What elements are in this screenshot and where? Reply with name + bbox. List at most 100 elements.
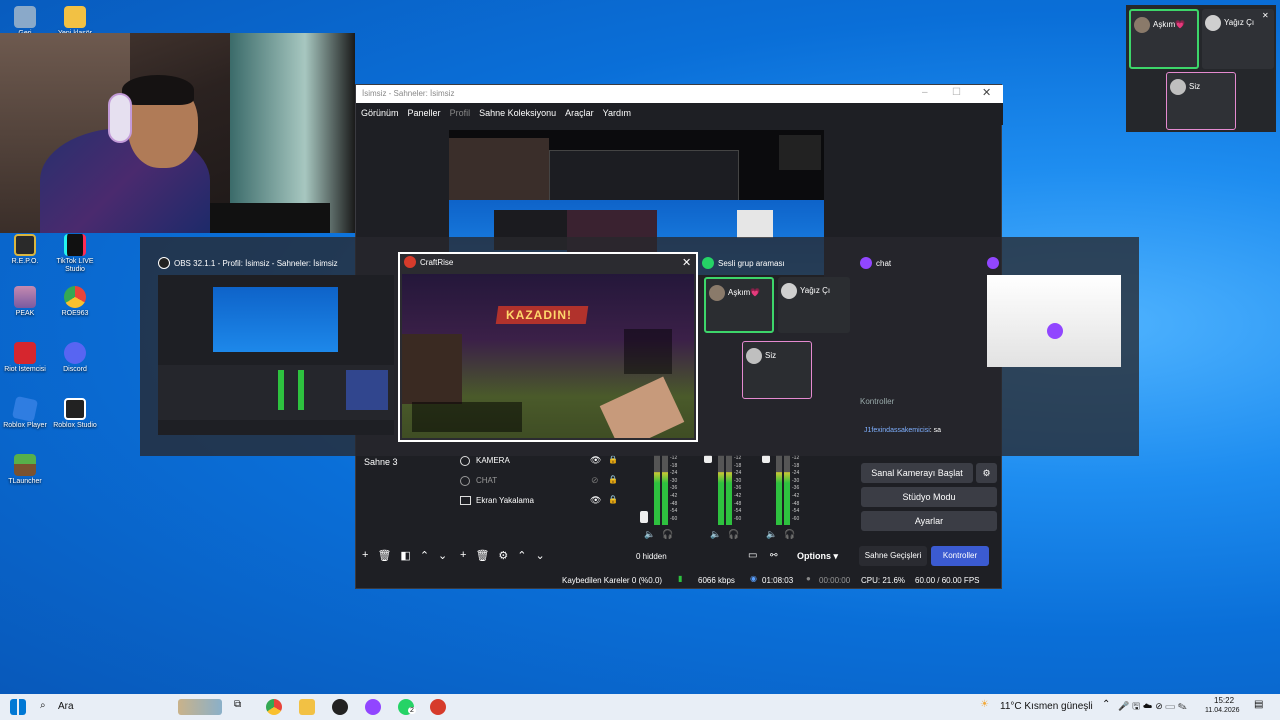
settings-button[interactable]: Ayarlar xyxy=(861,511,997,531)
notifications-icon[interactable]: ▤ xyxy=(1254,699,1263,710)
source-item-camera[interactable]: KAMERA 👁 🔒 xyxy=(460,455,620,469)
desktop-icon-roe963[interactable]: ROE963 xyxy=(47,286,103,318)
filter-icon[interactable]: ◧ xyxy=(400,549,410,562)
desktop-icon-roblox-studio[interactable]: Roblox Studio xyxy=(47,398,103,430)
headphones-icon[interactable]: 🎧 xyxy=(662,529,673,540)
dropped-frames: Kaybedilen Kareler 0 (%0.0) xyxy=(562,576,663,585)
source-item-screen[interactable]: Ekran Yakalama 👁 🔒 xyxy=(460,495,620,509)
task-card-header: OBS 32.1.1 - Profil: İsimsiz - Sahneler:… xyxy=(158,255,394,271)
lock-icon[interactable]: 🔒 xyxy=(608,495,618,504)
task-card-obs[interactable]: OBS 32.1.1 - Profil: İsimsiz - Sahneler:… xyxy=(158,255,394,440)
desktop-icon-roblox-player[interactable]: Roblox Player xyxy=(0,395,53,430)
clock-date[interactable]: 11.04.2026 xyxy=(1205,707,1240,714)
windows-start-icon[interactable] xyxy=(10,699,26,715)
search-icon[interactable]: ⌕ xyxy=(40,700,46,711)
desktop-icon-repo[interactable]: R.E.P.O. xyxy=(0,234,53,266)
chrome-icon[interactable] xyxy=(266,699,282,715)
scene-item[interactable]: Sahne 3 xyxy=(364,457,398,467)
desktop-icon-tiktok[interactable]: TikTok LIVE Studio xyxy=(47,234,103,274)
task-card-untitled[interactable] xyxy=(987,255,1127,440)
mixer-ticks: -12 -18 -24 -30 -36 -42 -48 -54 -60 xyxy=(792,455,800,522)
options-button[interactable]: Options ▾ xyxy=(797,551,838,562)
add-icon[interactable]: + xyxy=(362,549,368,562)
desktop-icon-discord[interactable]: Discord xyxy=(47,342,103,374)
widget-icon[interactable] xyxy=(178,699,222,715)
close-icon[interactable]: ✕ xyxy=(982,86,991,99)
taskbar-search[interactable]: Ara xyxy=(58,701,74,712)
audio-mixer: -12 -18 -24 -30 -36 -42 -48 -54 -60 -12 -18 -24 -30… xyxy=(636,455,806,527)
obs-menu-bar: Görünüm Paneller Profil Sahne Koleksiyon… xyxy=(356,103,1003,125)
tab-scene-transitions[interactable]: Sahne Geçişleri xyxy=(859,546,927,566)
mixer-meter xyxy=(718,455,724,525)
game-banner: KAZADIN! xyxy=(506,308,572,322)
virtual-camera-button[interactable]: Sanal Kamerayı Başlat xyxy=(861,463,973,483)
weather-text[interactable]: 11°C Kısmen güneşli xyxy=(1000,701,1093,712)
menu-docks[interactable]: Paneller xyxy=(408,108,441,120)
participant-name: Aşkım💗 xyxy=(728,288,761,298)
move-down-icon[interactable]: ⌄ xyxy=(438,549,447,562)
add-icon[interactable]: + xyxy=(460,549,466,562)
chrome-icon xyxy=(64,286,86,308)
task-card-chat[interactable]: chat xyxy=(860,255,985,440)
call-tile: Siz xyxy=(742,341,812,399)
twitch-icon[interactable] xyxy=(365,699,381,715)
clock-time[interactable]: 15:22 xyxy=(1214,696,1234,705)
eye-hidden-icon[interactable]: ⊘ xyxy=(591,475,599,486)
lock-icon[interactable]: 🔒 xyxy=(608,455,618,464)
voice-call-window: Aşkım💗 Yağız Çı ✕ Siz xyxy=(1126,5,1276,132)
source-item-chat[interactable]: CHAT ⊘ 🔒 xyxy=(460,475,620,489)
headphones-icon[interactable]: 🎧 xyxy=(784,529,795,540)
task-card-voice-call[interactable]: Sesli grup araması Aşkım💗 Yağız Çı Siz xyxy=(702,255,852,440)
maximize-icon[interactable]: ☐ xyxy=(952,87,961,98)
menu-scene-collection[interactable]: Sahne Koleksiyonu xyxy=(479,108,556,120)
task-view-icon[interactable]: ⧉ xyxy=(234,699,241,710)
file-explorer-icon[interactable] xyxy=(299,699,315,715)
volume-icon[interactable]: 🔈 xyxy=(766,529,777,540)
menu-tools[interactable]: Araçlar xyxy=(565,108,594,120)
move-down-icon[interactable]: ⌄ xyxy=(536,549,545,562)
tray-icons[interactable]: 🎤🖫☁⊘▭✎ xyxy=(1118,699,1190,715)
tab-controls[interactable]: Kontroller xyxy=(931,546,989,566)
volume-icon[interactable]: 🔈 xyxy=(710,529,721,540)
obs-window-title: İsimsiz - Sahneler: İsimsiz xyxy=(362,89,455,98)
eye-icon[interactable]: 👁 xyxy=(590,495,601,506)
menu-view[interactable]: Görünüm xyxy=(361,108,399,120)
menu-profile[interactable]: Profil xyxy=(450,108,471,120)
volume-icon[interactable]: 🔈 xyxy=(644,529,655,540)
weather-icon: ☀ xyxy=(980,699,989,710)
mixer-meter xyxy=(726,455,732,525)
mixer-meter xyxy=(654,455,660,525)
mixer-fader[interactable] xyxy=(762,455,770,463)
link-icon[interactable]: ⚯ xyxy=(770,550,778,561)
signal-icon: ▮ xyxy=(678,574,683,583)
mixer-fader[interactable] xyxy=(640,511,648,523)
studio-mode-button[interactable]: Stüdyo Modu xyxy=(861,487,997,507)
tray-chevron-icon[interactable]: ⌃ xyxy=(1102,699,1110,710)
mixer-fader[interactable] xyxy=(704,455,712,463)
headphones-icon[interactable]: 🎧 xyxy=(728,529,739,540)
hidden-count: 0 hidden xyxy=(636,552,667,561)
obs-icon[interactable] xyxy=(332,699,348,715)
move-up-icon[interactable]: ⌃ xyxy=(420,549,429,562)
webcam-feed xyxy=(0,33,355,233)
chat-text: : sa xyxy=(929,427,942,434)
trash-icon[interactable]: 🗑 xyxy=(377,549,391,562)
close-icon[interactable]: ✕ xyxy=(1262,11,1269,20)
menu-help[interactable]: Yardım xyxy=(603,108,631,120)
desktop-icon-peak[interactable]: PEAK xyxy=(0,286,53,318)
desktop-icon-riot[interactable]: Riot İstemcisi xyxy=(0,342,53,374)
trash-icon[interactable]: 🗑 xyxy=(475,549,489,562)
move-up-icon[interactable]: ⌃ xyxy=(517,549,526,562)
virtual-camera-settings-button[interactable]: ⚙ xyxy=(976,463,997,483)
scenes-toolbar: + 🗑 ◧ ⌃ ⌄ xyxy=(362,549,447,562)
gear-icon[interactable]: ⚙ xyxy=(498,549,508,562)
tiktok-icon xyxy=(64,234,86,256)
craftrise-icon[interactable] xyxy=(430,699,446,715)
task-card-craftrise[interactable]: CraftRise ✕ KAZADIN! xyxy=(398,252,698,442)
layout-icon[interactable]: ▭ xyxy=(748,550,757,561)
minimize-icon[interactable]: – xyxy=(922,87,928,98)
close-icon[interactable]: ✕ xyxy=(682,256,691,269)
desktop-icon-tlauncher[interactable]: TLauncher xyxy=(0,454,53,486)
lock-icon[interactable]: 🔒 xyxy=(608,475,618,484)
eye-icon[interactable]: 👁 xyxy=(590,455,601,466)
